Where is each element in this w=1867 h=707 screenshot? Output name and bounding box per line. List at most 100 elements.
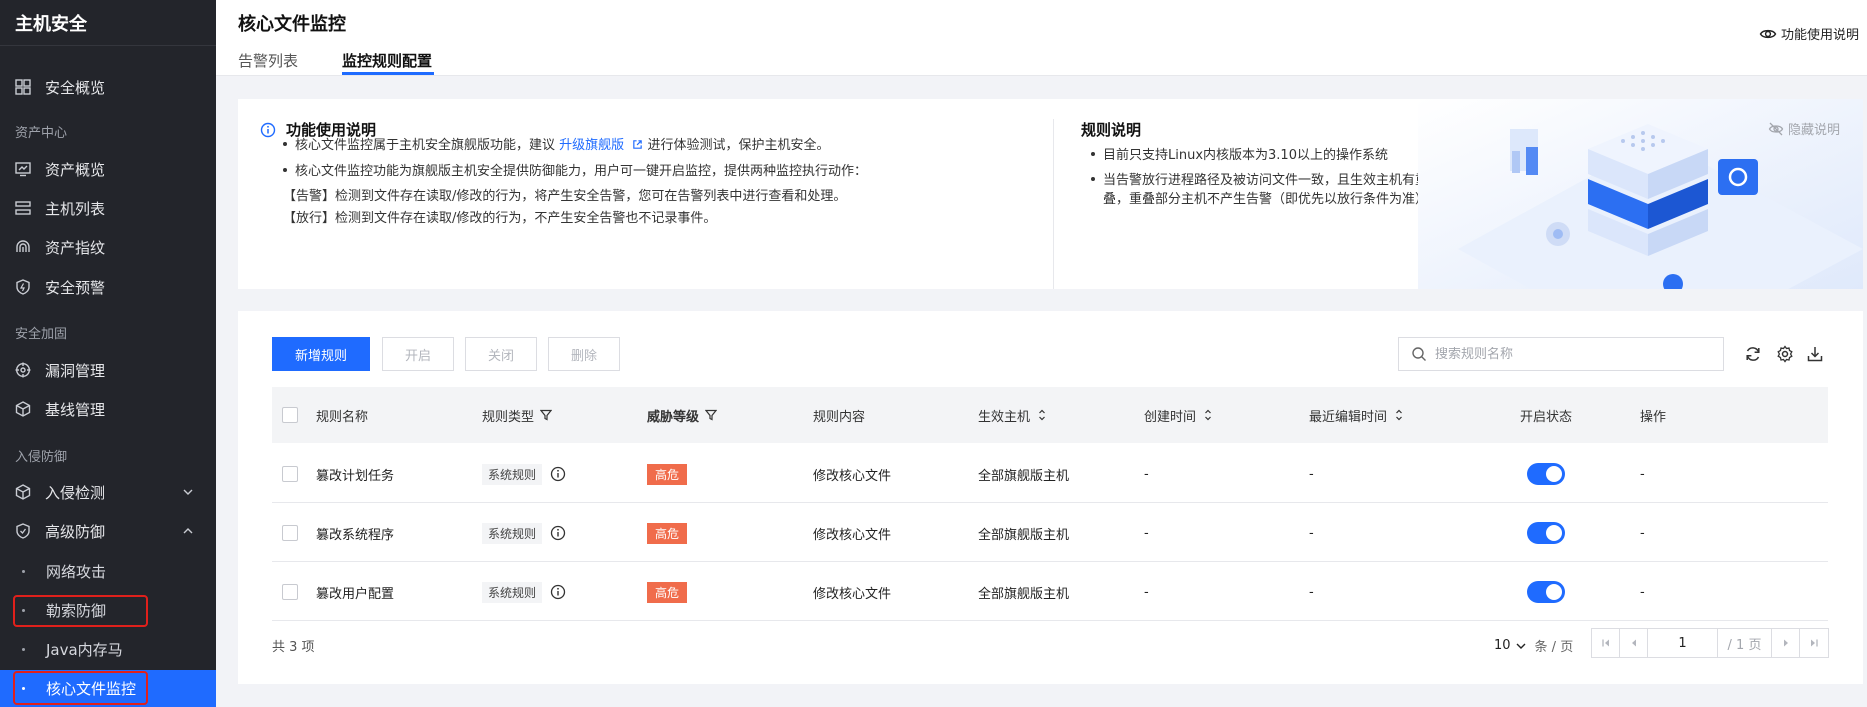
cell-rule-content: 修改核心文件 (813, 468, 892, 484)
last-page-button[interactable] (1800, 629, 1828, 657)
th-created-time[interactable]: 创建时间 (1144, 387, 1214, 443)
select-all-checkbox[interactable] (282, 407, 298, 423)
th-rule-name: 规则名称 (316, 409, 369, 425)
cell-rule-type: 系统规则 (482, 445, 566, 503)
divider (1053, 119, 1054, 289)
cell-rule-type: 系统规则 (482, 563, 566, 621)
sidebar-item-vulnerability[interactable]: 漏洞管理 (0, 351, 216, 389)
status-toggle[interactable] (1527, 463, 1565, 485)
sort-icon[interactable] (1036, 409, 1048, 421)
sidebar-subitem-java-memshell[interactable]: Java内存马 (0, 631, 216, 667)
cell-rule-name: 篡改计划任务 (316, 468, 395, 484)
sidebar-subitem-label: Java内存马 (46, 640, 123, 659)
info-icon[interactable] (550, 466, 566, 482)
sidebar-item-label: 高级防御 (45, 522, 106, 541)
th-threat-level[interactable]: 威胁等级 (647, 387, 718, 443)
sort-icon[interactable] (1202, 409, 1214, 421)
page-size-select[interactable]: 10 条 / 页 (1494, 636, 1573, 655)
table-row: 篡改计划任务 系统规则 高危 修改核心文件 全部旗舰版主机 - - - (272, 445, 1828, 503)
shield-alert-icon (15, 279, 31, 295)
row-checkbox[interactable] (282, 466, 298, 482)
th-actions: 操作 (1640, 409, 1667, 425)
sidebar-item-asset-overview[interactable]: 资产概览 (0, 150, 216, 188)
cell-rule-content: 修改核心文件 (813, 586, 892, 602)
sidebar-item-label: 入侵检测 (45, 483, 106, 502)
cell-rule-name: 篡改系统程序 (316, 527, 395, 543)
download-icon[interactable] (1806, 345, 1824, 363)
sidebar-item-label: 漏洞管理 (45, 361, 106, 380)
target-icon (15, 362, 31, 378)
chevron-up-icon[interactable] (182, 525, 194, 537)
rule-line-2b: 叠，重叠部分主机不产生告警（即优先以放行条件为准）。 (1103, 192, 1435, 207)
help-link-label: 功能使用说明 (1780, 28, 1859, 43)
cube-icon (15, 401, 31, 417)
cube-icon (15, 484, 31, 500)
sidebar-item-baseline[interactable]: 基线管理 (0, 390, 216, 428)
current-page-input[interactable]: 1 (1648, 629, 1718, 657)
hide-info-link[interactable]: 隐藏说明 (1768, 119, 1840, 138)
delete-button[interactable]: 删除 (548, 337, 620, 371)
rules-panel: 新增规则 开启 关闭 删除 规则名称 规则类型 威胁等级 规则内容 生效主机 创… (238, 311, 1863, 684)
first-page-icon (1601, 639, 1609, 647)
th-rule-type[interactable]: 规则类型 (482, 387, 553, 443)
search-box[interactable] (1398, 337, 1724, 371)
gear-icon[interactable] (1776, 345, 1794, 363)
cell-effective-hosts: 全部旗舰版主机 (978, 586, 1070, 602)
filter-icon[interactable] (705, 409, 718, 421)
disable-button[interactable]: 关闭 (465, 337, 537, 371)
sidebar-item-advanced-defense[interactable]: 高级防御 (0, 512, 216, 550)
info-line-1: 核心文件监控属于主机安全旗舰版功能，建议 升级旗舰版 进行体验测试，保护主机安全… (283, 134, 829, 153)
add-rule-button[interactable]: 新增规则 (272, 337, 370, 371)
cell-actions: - (1640, 525, 1645, 541)
cell-actions: - (1640, 584, 1645, 600)
th-last-edited[interactable]: 最近编辑时间 (1309, 387, 1405, 443)
hide-info-label: 隐藏说明 (1788, 123, 1841, 138)
sidebar-title: 主机安全 (0, 0, 216, 46)
info-line-3: 【告警】检测到文件存在读取/修改的行为，将产生安全告警，您可在告警列表中进行查看… (283, 189, 847, 204)
filter-icon[interactable] (540, 409, 553, 421)
upgrade-link[interactable]: 升级旗舰版 (559, 138, 647, 153)
refresh-icon[interactable] (1744, 345, 1762, 363)
tab-alert-list[interactable]: 告警列表 (238, 50, 298, 71)
sidebar-section-asset-center: 资产中心 (15, 126, 68, 141)
sidebar-item-security-overview[interactable]: 安全概览 (0, 68, 216, 106)
sidebar-item-security-alert[interactable]: 安全预警 (0, 268, 216, 306)
cell-status (1527, 445, 1565, 503)
sidebar-item-label: 资产概览 (45, 160, 106, 179)
shield-icon (15, 523, 31, 539)
prev-page-button[interactable] (1620, 629, 1648, 657)
info-icon[interactable] (550, 584, 566, 600)
cell-rule-type: 系统规则 (482, 504, 566, 562)
cell-status (1527, 504, 1565, 562)
enable-button[interactable]: 开启 (382, 337, 454, 371)
help-link[interactable]: 功能使用说明 (1759, 24, 1859, 43)
cell-created-time: - (1144, 466, 1149, 482)
sidebar-item-asset-fingerprint[interactable]: 资产指纹 (0, 228, 216, 266)
table-row: 篡改系统程序 系统规则 高危 修改核心文件 全部旗舰版主机 - - - (272, 504, 1828, 562)
cell-threat-level: 高危 (647, 445, 688, 503)
sidebar-item-intrusion-detection[interactable]: 入侵检测 (0, 473, 216, 511)
cell-rule-name: 篡改用户配置 (316, 586, 395, 602)
sidebar-subitem-network-attack[interactable]: 网络攻击 (0, 553, 216, 589)
eye-off-icon (1768, 122, 1784, 135)
search-icon (1412, 347, 1426, 361)
sidebar-item-host-list[interactable]: 主机列表 (0, 189, 216, 227)
info-icon[interactable] (550, 525, 566, 541)
first-page-button[interactable] (1592, 629, 1620, 657)
status-toggle[interactable] (1527, 581, 1565, 603)
next-page-button[interactable] (1772, 629, 1800, 657)
sort-icon[interactable] (1393, 409, 1405, 421)
cell-created-time: - (1144, 525, 1149, 541)
status-toggle[interactable] (1527, 522, 1565, 544)
chevron-down-icon[interactable] (182, 486, 194, 498)
cell-last-edited: - (1309, 466, 1314, 482)
row-checkbox[interactable] (282, 525, 298, 541)
external-link-icon (633, 140, 643, 149)
th-effective-hosts[interactable]: 生效主机 (978, 387, 1048, 443)
row-checkbox[interactable] (282, 584, 298, 600)
th-status: 开启状态 (1520, 409, 1573, 425)
tab-monitor-rules[interactable]: 监控规则配置 (342, 50, 432, 71)
page-title: 核心文件监控 (238, 14, 346, 35)
cell-created-time: - (1144, 584, 1149, 600)
search-input[interactable] (1435, 346, 1715, 362)
